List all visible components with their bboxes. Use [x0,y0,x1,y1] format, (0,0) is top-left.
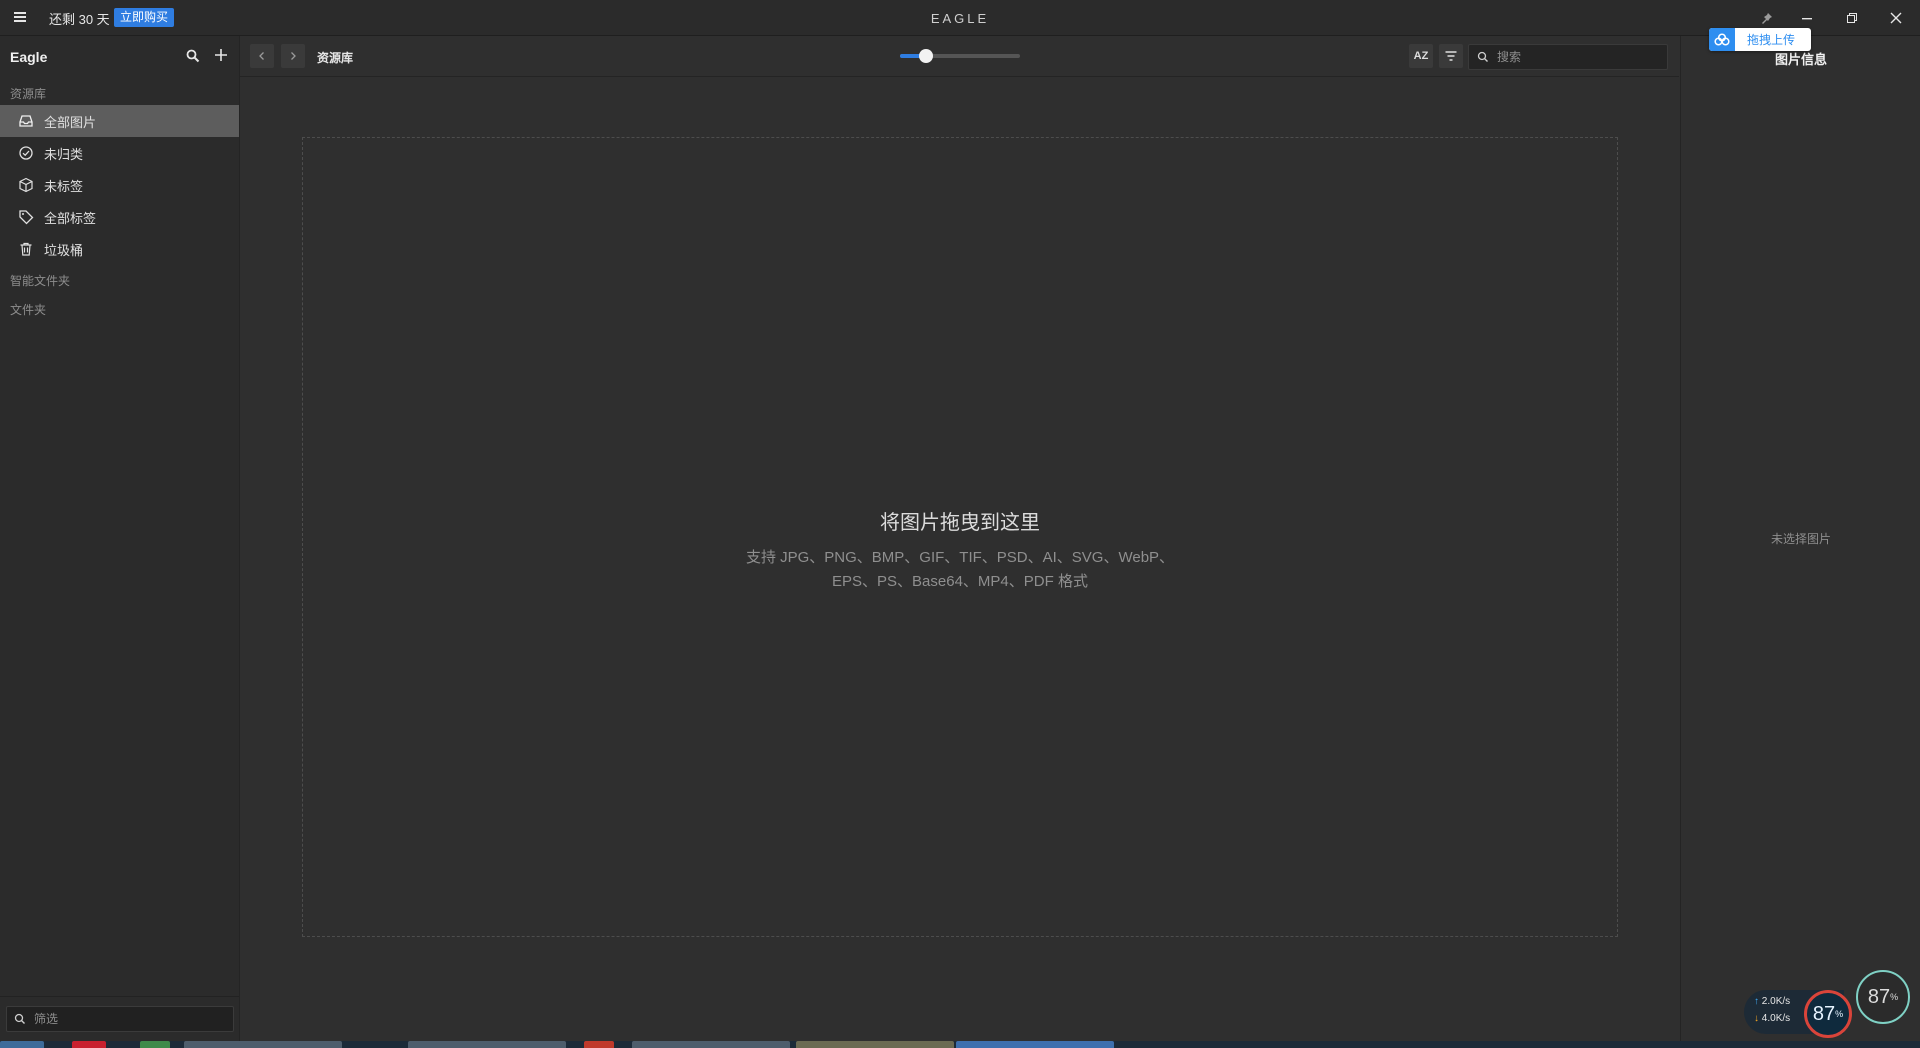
download-rate: ↓ 4.0K/s [1754,1013,1790,1024]
sidebar-item-label: 全部标签 [44,210,97,226]
filter-input[interactable] [32,1011,226,1027]
search-box[interactable] [1468,44,1668,70]
search-icon [1477,51,1489,63]
sidebar-item-trash[interactable]: 垃圾桶 [0,233,239,265]
taskbar-app[interactable] [72,1041,106,1048]
percent-sign: % [1890,992,1899,1002]
cpu-gauge-value: 87 [1812,1002,1836,1025]
upload-widget-label: 拖拽上传 [1747,33,1796,47]
taskbar-app[interactable] [140,1041,170,1048]
sidebar-item-untagged[interactable]: 未标签 [0,169,239,201]
arrow-up-icon: ↑ [1754,996,1759,1007]
thumbnail-size-slider[interactable] [900,49,1020,63]
image-info-panel: 图片信息 未选择图片 [1680,36,1920,1041]
toolbar: 资源库 AZ [240,36,1679,77]
download-rate-value: 4.0 [1761,1013,1776,1024]
search-icon[interactable] [185,48,201,64]
drag-upload-widget[interactable]: 拖拽上传 [1709,28,1811,51]
minimize-icon[interactable] [1797,8,1817,28]
panel-title: 图片信息 [1774,52,1827,67]
sidebar-item-all-images[interactable]: 全部图片 [0,105,239,137]
upload-rate-value: 2.0 [1761,996,1776,1007]
breadcrumb: 资源库 [317,51,354,65]
sidebar-item-label: 垃圾桶 [44,242,84,258]
sidebar-item-label: 未标签 [44,178,84,194]
taskbar-window[interactable] [796,1041,954,1048]
search-input[interactable] [1495,49,1659,65]
check-circle-icon [18,145,34,161]
sidebar-item-uncategorized[interactable]: 未归类 [0,137,239,169]
slider-thumb[interactable] [919,49,934,63]
rate-unit: K/s [1775,996,1791,1007]
supported-formats-text: 支持 JPG、PNG、BMP、GIF、TIF、PSD、AI、SVG、WebP、 … [303,546,1617,594]
taskbar-window[interactable] [956,1041,1114,1048]
tag-icon [18,209,34,225]
search-icon [14,1013,26,1025]
supported-formats-line2: EPS、PS、Base64、MP4、PDF 格式 [832,573,1088,590]
system-monitor-widget[interactable]: ↑ 2.0K/s ↓ 4.0K/s 87% 87% [1742,970,1920,1040]
supported-formats-line1: 支持 JPG、PNG、BMP、GIF、TIF、PSD、AI、SVG、WebP、 [745,549,1175,566]
image-drop-zone[interactable]: 将图片拖曳到这里 支持 JPG、PNG、BMP、GIF、TIF、PSD、AI、S… [302,137,1618,937]
trash-icon [18,241,34,257]
filter-button[interactable] [1439,44,1463,68]
memory-gauge: 87% [1856,970,1910,1024]
divider [0,996,239,997]
title-bar: 还剩 30 天 立即购买 EAGLE [0,0,1920,36]
cpu-gauge: 87% [1804,990,1852,1038]
restore-icon[interactable] [1842,8,1862,28]
section-folders-label[interactable]: 文件夹 [10,301,46,318]
add-icon[interactable] [213,47,229,63]
sidebar-item-all-tags[interactable]: 全部标签 [0,201,239,233]
taskbar-window[interactable] [184,1041,342,1048]
box-icon [18,177,34,193]
chevron-left-icon [259,52,264,60]
filter-box[interactable] [6,1006,234,1032]
sidebar-item-label: 未归类 [44,146,84,162]
chevron-right-icon [291,52,296,60]
sort-az-icon: AZ [1413,50,1429,62]
arrow-down-icon: ↓ [1754,1013,1759,1024]
forward-button[interactable] [281,44,305,68]
close-icon[interactable] [1886,8,1906,28]
percent-sign: % [1835,1009,1844,1019]
start-button[interactable] [0,1041,44,1048]
sort-button[interactable]: AZ [1409,44,1433,68]
filter-icon [1445,51,1457,61]
sidebar-item-label: 全部图片 [44,114,97,130]
rate-unit: K/s [1775,1013,1791,1024]
back-button[interactable] [250,44,274,68]
library-name: Eagle [10,49,48,65]
inbox-icon [18,113,34,129]
taskbar-window[interactable] [408,1041,566,1048]
section-library-label: 资源库 [10,87,47,101]
sidebar: Eagle 资源库 全部图片 未归类 未标签 全部标签 垃圾桶 智能文件夹 文件… [0,36,240,1041]
section-smart-folders-label[interactable]: 智能文件夹 [10,272,70,289]
app-title: EAGLE [930,11,990,26]
no-selection-text: 未选择图片 [1770,532,1831,546]
drop-zone-title: 将图片拖曳到这里 [880,512,1040,534]
memory-gauge-value: 87 [1867,985,1891,1008]
cloud-icon [1709,28,1735,51]
taskbar-app[interactable] [584,1041,614,1048]
pin-icon[interactable] [1757,8,1777,28]
taskbar-window[interactable] [632,1041,790,1048]
upload-rate: ↑ 2.0K/s [1754,996,1790,1007]
